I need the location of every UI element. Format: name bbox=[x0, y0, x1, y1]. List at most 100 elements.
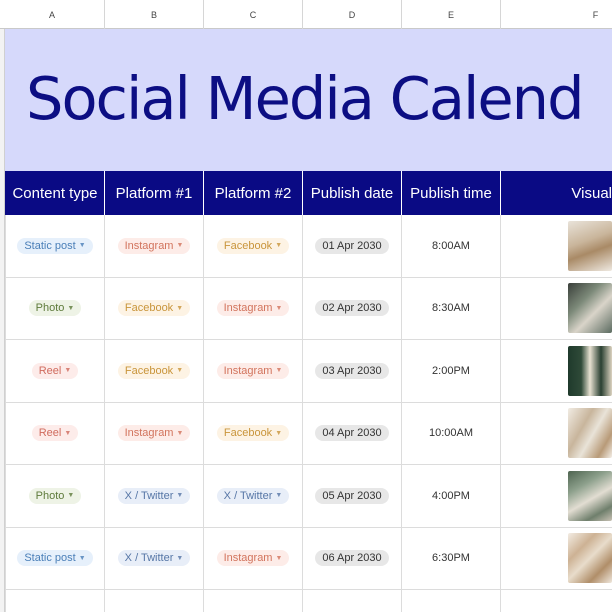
column-letter-b[interactable]: B bbox=[105, 0, 204, 29]
platform-1-cell[interactable]: X / Twitter ▼ bbox=[105, 465, 204, 527]
platform-2-cell[interactable]: X / Twitter ▼ bbox=[204, 465, 303, 527]
visual-cell[interactable] bbox=[501, 465, 612, 527]
visual-thumbnail[interactable] bbox=[568, 533, 612, 584]
platform-2-cell[interactable] bbox=[204, 590, 303, 612]
platform-1-cell[interactable]: Instagram ▼ bbox=[105, 215, 204, 277]
publish-date-cell[interactable]: 04 Apr 2030 bbox=[303, 402, 402, 464]
column-letter-a[interactable]: A bbox=[0, 0, 105, 29]
publish-date-value[interactable]: 01 Apr 2030 bbox=[315, 237, 389, 254]
publish-time-cell[interactable]: 2:00PM bbox=[402, 340, 501, 402]
content-type-dropdown[interactable]: Static post ▼ bbox=[17, 550, 93, 567]
publish-date-cell[interactable]: 05 Apr 2030 bbox=[303, 465, 402, 527]
platform-2-dropdown[interactable]: Facebook ▼ bbox=[216, 425, 290, 442]
header-platform-2[interactable]: Platform #2 bbox=[204, 171, 303, 215]
content-type-dropdown[interactable]: Photo ▼ bbox=[28, 300, 82, 317]
publish-date-value[interactable]: 04 Apr 2030 bbox=[315, 425, 389, 442]
chip-label: Instagram bbox=[223, 552, 273, 565]
platform-2-dropdown[interactable]: Instagram ▼ bbox=[216, 362, 290, 379]
spreadsheet: A B C D E F Social Media Calend Content … bbox=[0, 0, 612, 612]
header-publish-date[interactable]: Publish date bbox=[303, 171, 402, 215]
platform-1-dropdown[interactable]: Facebook ▼ bbox=[117, 300, 191, 317]
platform-2-cell[interactable]: Instagram ▼ bbox=[204, 340, 303, 402]
column-letter-f[interactable]: F bbox=[501, 0, 612, 29]
publish-date-cell[interactable] bbox=[303, 590, 402, 612]
visual-thumbnail[interactable] bbox=[568, 345, 612, 396]
visual-cell[interactable] bbox=[501, 340, 612, 402]
publish-date-value[interactable]: 03 Apr 2030 bbox=[315, 362, 389, 379]
column-letter-d[interactable]: D bbox=[303, 0, 402, 29]
content-type-cell[interactable]: Reel ▼ bbox=[5, 402, 105, 464]
content-type-cell[interactable]: Reel ▼ bbox=[5, 340, 105, 402]
header-publish-time[interactable]: Publish time bbox=[402, 171, 501, 215]
table-body: Static post ▼ Instagram ▼ Facebook ▼ 01 Apr… bbox=[5, 215, 612, 612]
content-type-cell[interactable]: Static post ▼ bbox=[5, 215, 105, 277]
publish-date-cell[interactable]: 01 Apr 2030 bbox=[303, 215, 402, 277]
platform-2-cell[interactable]: Instagram ▼ bbox=[204, 527, 303, 589]
platform-1-cell[interactable]: Facebook ▼ bbox=[105, 277, 204, 339]
platform-1-dropdown[interactable]: X / Twitter ▼ bbox=[117, 550, 191, 567]
visual-cell[interactable] bbox=[501, 278, 612, 340]
platform-1-dropdown[interactable]: Facebook ▼ bbox=[117, 362, 191, 379]
header-visual[interactable]: Visual bbox=[501, 171, 612, 215]
visual-cell[interactable] bbox=[501, 403, 612, 465]
content-type-dropdown[interactable]: Reel ▼ bbox=[31, 362, 79, 379]
chip-label: Facebook bbox=[223, 239, 273, 252]
chip-label: Facebook bbox=[223, 427, 273, 440]
publish-date-value[interactable]: 06 Apr 2030 bbox=[315, 550, 389, 567]
column-header-strip: A B C D E F bbox=[0, 0, 612, 29]
platform-2-dropdown[interactable]: Instagram ▼ bbox=[216, 550, 290, 567]
publish-time-cell[interactable]: 6:30PM bbox=[402, 527, 501, 589]
visual-thumbnail[interactable] bbox=[568, 470, 612, 521]
column-letter-c[interactable]: C bbox=[204, 0, 303, 29]
content-type-dropdown[interactable]: Reel ▼ bbox=[31, 425, 79, 442]
platform-1-cell[interactable]: Instagram ▼ bbox=[105, 402, 204, 464]
chip-label: Photo bbox=[35, 489, 65, 502]
visual-cell[interactable] bbox=[501, 590, 612, 612]
publish-time-cell[interactable]: 8:30AM bbox=[402, 277, 501, 339]
publish-time-cell[interactable] bbox=[402, 590, 501, 612]
visual-cell[interactable] bbox=[501, 215, 612, 277]
publish-time-cell[interactable]: 8:00AM bbox=[402, 215, 501, 277]
header-content-type[interactable]: Content type bbox=[5, 171, 105, 215]
platform-2-cell[interactable]: Facebook ▼ bbox=[204, 215, 303, 277]
visual-thumbnail[interactable] bbox=[568, 283, 612, 334]
content-type-cell[interactable] bbox=[5, 590, 105, 612]
platform-2-dropdown[interactable]: Facebook ▼ bbox=[216, 237, 290, 254]
platform-1-dropdown[interactable]: Instagram ▼ bbox=[117, 237, 191, 254]
content-type-dropdown[interactable]: Static post ▼ bbox=[17, 237, 93, 254]
visual-thumbnail[interactable] bbox=[568, 408, 612, 459]
platform-1-cell[interactable]: X / Twitter ▼ bbox=[105, 527, 204, 589]
chevron-down-icon: ▼ bbox=[64, 367, 72, 375]
header-platform-1[interactable]: Platform #1 bbox=[105, 171, 204, 215]
publish-time-cell[interactable]: 4:00PM bbox=[402, 465, 501, 527]
table-row: Static post ▼ Instagram ▼ Facebook ▼ 01 Apr… bbox=[5, 215, 612, 278]
platform-1-cell[interactable] bbox=[105, 590, 204, 612]
visual-cell[interactable] bbox=[501, 528, 612, 590]
title-banner: Social Media Calend bbox=[5, 29, 612, 171]
platform-1-dropdown[interactable]: X / Twitter ▼ bbox=[117, 487, 191, 504]
platform-2-cell[interactable]: Facebook ▼ bbox=[204, 402, 303, 464]
content-type-cell[interactable]: Photo ▼ bbox=[5, 465, 105, 527]
content-type-cell[interactable]: Photo ▼ bbox=[5, 277, 105, 339]
platform-2-dropdown[interactable]: Instagram ▼ bbox=[216, 300, 290, 317]
platform-1-dropdown[interactable]: Instagram ▼ bbox=[117, 425, 191, 442]
chevron-down-icon: ▼ bbox=[275, 242, 283, 250]
platform-2-dropdown[interactable]: X / Twitter ▼ bbox=[216, 487, 290, 504]
publish-date-cell[interactable]: 03 Apr 2030 bbox=[303, 340, 402, 402]
chip-label: Reel bbox=[38, 427, 62, 440]
chevron-down-icon: ▼ bbox=[275, 554, 283, 562]
publish-date-cell[interactable]: 02 Apr 2030 bbox=[303, 277, 402, 339]
publish-date-value[interactable]: 02 Apr 2030 bbox=[315, 300, 389, 317]
visual-thumbnail[interactable] bbox=[568, 220, 612, 271]
platform-1-cell[interactable]: Facebook ▼ bbox=[105, 340, 204, 402]
publish-time-value: 4:00PM bbox=[432, 489, 470, 502]
chip-label: Static post bbox=[24, 239, 76, 252]
content-type-cell[interactable]: Static post ▼ bbox=[5, 527, 105, 589]
platform-2-cell[interactable]: Instagram ▼ bbox=[204, 277, 303, 339]
column-letter-e[interactable]: E bbox=[402, 0, 501, 29]
publish-date-cell[interactable]: 06 Apr 2030 bbox=[303, 527, 402, 589]
content-type-dropdown[interactable]: Photo ▼ bbox=[28, 487, 82, 504]
publish-date-value[interactable]: 05 Apr 2030 bbox=[315, 487, 389, 504]
chevron-down-icon: ▼ bbox=[67, 492, 75, 500]
publish-time-cell[interactable]: 10:00AM bbox=[402, 402, 501, 464]
